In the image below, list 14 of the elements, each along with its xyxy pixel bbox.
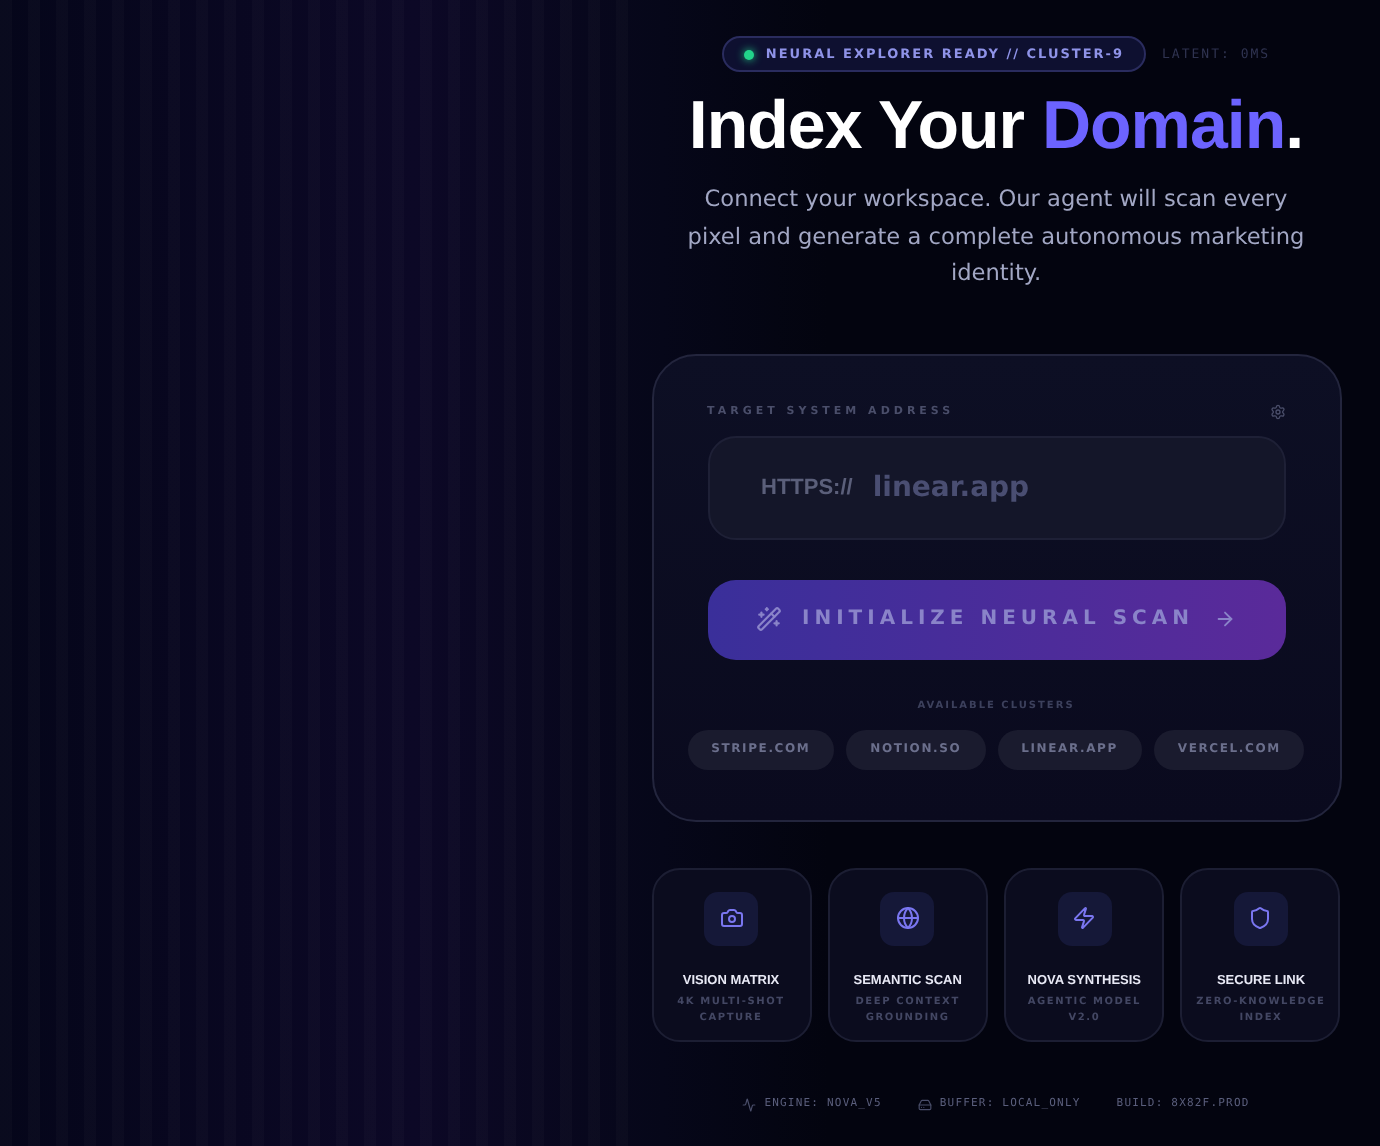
- camera-icon: [704, 891, 758, 945]
- scan-button[interactable]: INITIALIZE NEURAL SCAN: [707, 579, 1285, 659]
- settings-icon[interactable]: [1269, 403, 1285, 419]
- shield-icon: [1233, 891, 1288, 945]
- globe-icon: [880, 891, 935, 945]
- lightning-icon: [1057, 891, 1112, 945]
- pulse-icon: [742, 1097, 757, 1111]
- arrow-icon: [1214, 608, 1236, 630]
- protocol-prefix: HTTPS://: [761, 475, 853, 499]
- headline: Index Your Domain.: [688, 88, 1304, 166]
- drive-icon: [917, 1097, 932, 1111]
- subtitle: Connect your workspace. Our agent will scan every pixel and generate a complete autonomous marketing identity.: [686, 184, 1306, 290]
- address-input[interactable]: linear.app: [868, 469, 1269, 505]
- wand-icon: [755, 606, 782, 632]
